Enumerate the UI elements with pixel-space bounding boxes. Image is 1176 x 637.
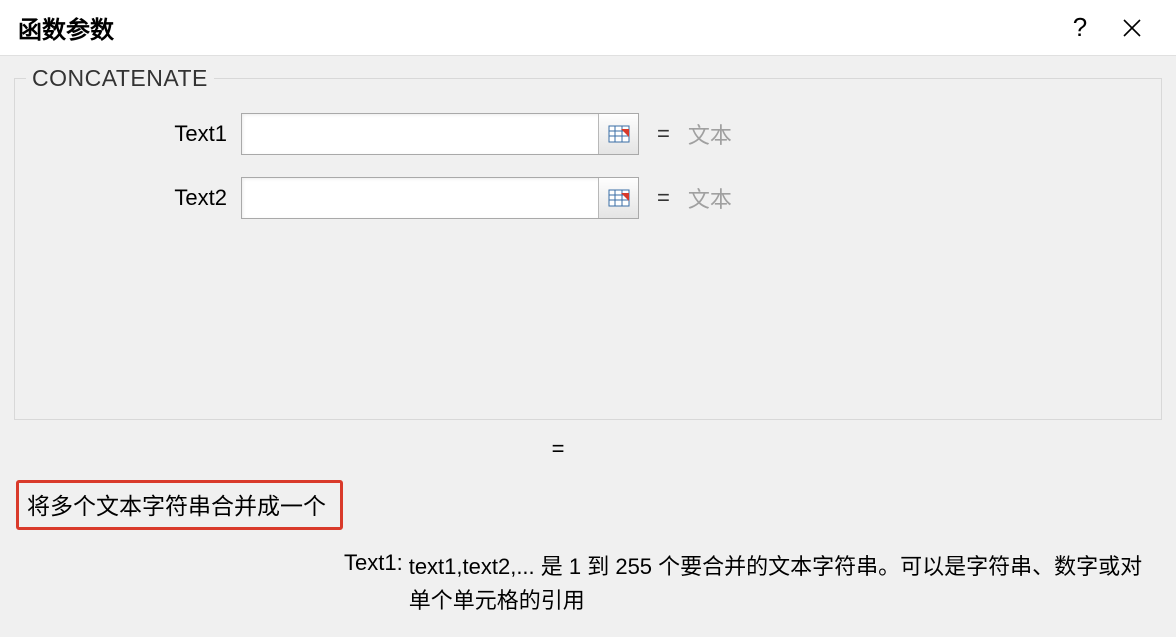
param-hint-text1: 文本 [688, 118, 732, 150]
param-detail-row: Text1: text1,text2,... 是 1 到 255 个要合并的文本… [14, 550, 1162, 618]
equals-sign: = [657, 121, 670, 147]
ref-edit-icon [608, 123, 630, 145]
param-label-text2: Text2 [35, 185, 241, 211]
param-input-wrap-text1 [241, 113, 639, 155]
result-equals: = [552, 436, 565, 461]
titlebar: 函数参数 ? [0, 0, 1176, 56]
param-input-text1[interactable] [242, 114, 598, 154]
close-icon [1122, 18, 1142, 38]
param-row-text1: Text1 = 文本 [35, 113, 1141, 155]
param-input-text2[interactable] [242, 178, 598, 218]
help-button[interactable]: ? [1054, 0, 1106, 55]
ref-edit-icon [608, 187, 630, 209]
param-detail-label: Text1: [344, 550, 403, 618]
param-input-wrap-text2 [241, 177, 639, 219]
result-row: = [14, 436, 1162, 462]
params-fieldset: CONCATENATE Text1 = 文本 [14, 78, 1162, 420]
param-detail-text: text1,text2,... 是 1 到 255 个要合并的文本字符串。可以是… [409, 550, 1152, 618]
function-name-legend: CONCATENATE [26, 65, 214, 92]
dialog-body: CONCATENATE Text1 = 文本 [0, 56, 1176, 618]
param-label-text1: Text1 [35, 121, 241, 147]
function-description-highlight: 将多个文本字符串合并成一个 [16, 480, 343, 530]
close-button[interactable] [1106, 0, 1158, 55]
equals-sign: = [657, 185, 670, 211]
param-hint-text2: 文本 [688, 182, 732, 214]
ref-edit-button-text2[interactable] [598, 178, 638, 218]
ref-edit-button-text1[interactable] [598, 114, 638, 154]
param-row-text2: Text2 = 文本 [35, 177, 1141, 219]
dialog-title: 函数参数 [18, 10, 1054, 45]
